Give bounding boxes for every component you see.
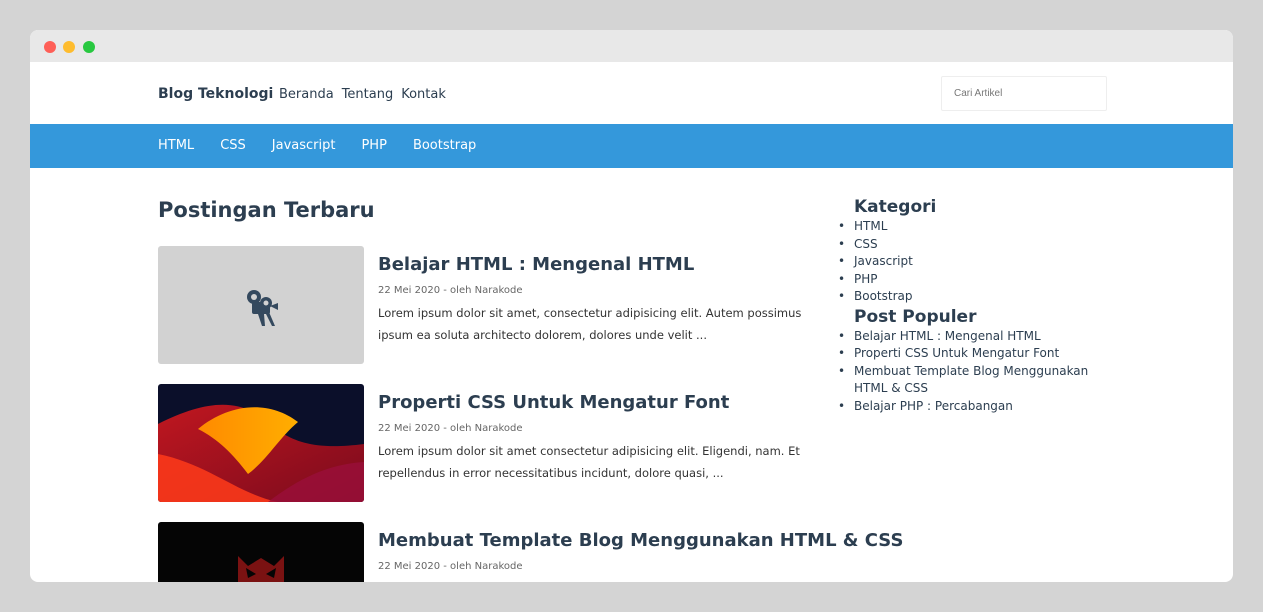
populer-list: Belajar HTML : Mengenal HTML Properti CS… bbox=[838, 328, 1124, 416]
post-thumbnail[interactable] bbox=[158, 246, 364, 364]
category-link-css[interactable]: CSS bbox=[220, 138, 246, 153]
post-title[interactable]: Belajar HTML : Mengenal HTML bbox=[378, 254, 838, 275]
populer-item[interactable]: Membuat Template Blog Menggunakan HTML &… bbox=[838, 363, 1124, 398]
post-meta: 22 Mei 2020 - oleh Narakode bbox=[378, 423, 523, 434]
film-camera-image bbox=[158, 246, 364, 364]
search-input[interactable] bbox=[941, 76, 1107, 111]
dark-mask-image bbox=[158, 522, 364, 582]
maximize-window-button[interactable] bbox=[83, 41, 95, 53]
post-thumbnail[interactable] bbox=[158, 384, 364, 502]
nav-link-beranda[interactable]: Beranda bbox=[279, 87, 334, 102]
post-card: Membuat Template Blog Menggunakan HTML &… bbox=[158, 522, 903, 582]
nav-links: Beranda Tentang Kontak bbox=[279, 87, 454, 102]
kategori-item-html[interactable]: HTML bbox=[838, 218, 1124, 236]
populer-item[interactable]: Properti CSS Untuk Mengatur Font bbox=[838, 345, 1124, 363]
window-titlebar bbox=[30, 30, 1233, 62]
section-title: Postingan Terbaru bbox=[158, 198, 375, 222]
sidebar-populer-title: Post Populer bbox=[854, 306, 977, 327]
post-title[interactable]: Membuat Template Blog Menggunakan HTML &… bbox=[378, 530, 903, 551]
kategori-item-javascript[interactable]: Javascript bbox=[838, 253, 1124, 271]
nav-link-kontak[interactable]: Kontak bbox=[401, 87, 446, 102]
post-card: Belajar HTML : Mengenal HTML 22 Mei 2020… bbox=[158, 246, 830, 364]
kategori-item-php[interactable]: PHP bbox=[838, 271, 1124, 289]
category-bar: HTML CSS Javascript PHP Bootstrap bbox=[30, 124, 1233, 168]
kategori-list: HTML CSS Javascript PHP Bootstrap bbox=[838, 218, 1124, 306]
browser-window: Blog Teknologi Beranda Tentang Kontak HT… bbox=[30, 30, 1233, 582]
abstract-waves-image bbox=[158, 384, 364, 502]
category-link-bootstrap[interactable]: Bootstrap bbox=[413, 138, 476, 153]
post-meta: 22 Mei 2020 - oleh Narakode bbox=[378, 285, 523, 296]
post-card: Properti CSS Untuk Mengatur Font 22 Mei … bbox=[158, 384, 830, 502]
site-brand[interactable]: Blog Teknologi bbox=[158, 86, 273, 102]
populer-item[interactable]: Belajar HTML : Mengenal HTML bbox=[838, 328, 1124, 346]
populer-item[interactable]: Belajar PHP : Percabangan bbox=[838, 398, 1124, 416]
top-navbar: Blog Teknologi Beranda Tentang Kontak bbox=[30, 62, 1233, 124]
post-thumbnail[interactable] bbox=[158, 522, 364, 582]
kategori-item-bootstrap[interactable]: Bootstrap bbox=[838, 288, 1124, 306]
close-window-button[interactable] bbox=[44, 41, 56, 53]
category-link-javascript[interactable]: Javascript bbox=[272, 138, 336, 153]
sidebar: Kategori HTML CSS Javascript PHP Bootstr… bbox=[838, 196, 1124, 416]
sidebar-kategori-title: Kategori bbox=[854, 197, 937, 217]
post-excerpt: Lorem ipsum dolor sit amet, consectetur … bbox=[378, 306, 802, 342]
minimize-window-button[interactable] bbox=[63, 41, 75, 53]
post-excerpt: Lorem ipsum dolor sit amet consectetur a… bbox=[378, 444, 800, 480]
nav-link-tentang[interactable]: Tentang bbox=[342, 87, 394, 102]
category-link-php[interactable]: PHP bbox=[361, 138, 386, 153]
category-link-html[interactable]: HTML bbox=[158, 138, 194, 153]
post-meta: 22 Mei 2020 - oleh Narakode bbox=[378, 561, 523, 572]
kategori-item-css[interactable]: CSS bbox=[838, 236, 1124, 254]
post-title[interactable]: Properti CSS Untuk Mengatur Font bbox=[378, 392, 838, 413]
